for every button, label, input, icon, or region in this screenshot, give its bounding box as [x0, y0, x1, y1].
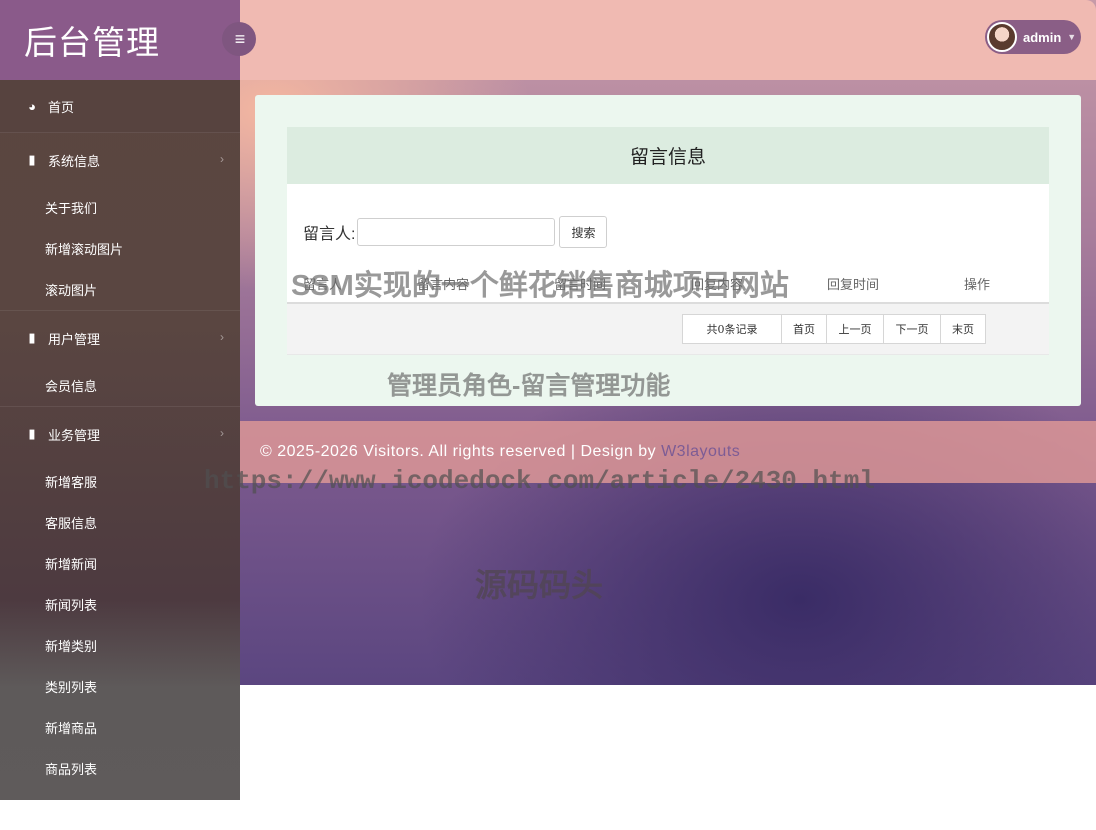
- book-icon: ▮: [28, 330, 36, 345]
- watermark-title: SSM实现的一个鲜花销售商城项目网站: [291, 270, 789, 302]
- sidebar-group-label: 业务管理: [48, 427, 101, 443]
- sidebar-item-product-list[interactable]: 商品列表: [0, 748, 240, 789]
- search-bar: 留言人: 搜索: [303, 216, 608, 248]
- sidebar-menu: ◕ 首页 ▮ 系统信息 › 关于我们 新增滚动图片 滚动图片 ▮ 用户管理 › …: [0, 80, 240, 830]
- sidebar-group-system[interactable]: ▮ 系统信息 ›: [0, 133, 240, 187]
- sidebar-toggle-button[interactable]: ≡: [222, 22, 256, 56]
- next-page-button[interactable]: 下一页: [883, 314, 941, 344]
- dashboard-icon: ◕: [28, 98, 36, 114]
- search-button[interactable]: 搜索: [559, 216, 608, 248]
- book-icon: ▮: [28, 152, 36, 167]
- sidebar: 后台管理 ◕ 首页 ▮ 系统信息 › 关于我们 新增滚动图片 滚动图片 ▮ 用户…: [0, 0, 240, 818]
- sidebar-item-add-news[interactable]: 新增新闻: [0, 543, 240, 584]
- prev-page-button[interactable]: 上一页: [826, 314, 884, 344]
- chevron-right-icon: ›: [220, 330, 224, 344]
- sidebar-group-users[interactable]: ▮ 用户管理 ›: [0, 310, 240, 365]
- sidebar-item-banners[interactable]: 滚动图片: [0, 269, 240, 310]
- chevron-right-icon: ›: [220, 426, 224, 440]
- watermark-brand: 源码码头: [475, 567, 604, 603]
- sidebar-item-add-banner[interactable]: 新增滚动图片: [0, 228, 240, 269]
- top-header: admin ▼: [240, 0, 1096, 80]
- avatar: [987, 22, 1017, 52]
- book-icon: ▮: [28, 426, 36, 441]
- sidebar-group-label: 用户管理: [48, 331, 101, 347]
- pagination-row: 共0条记录 首页 上一页 下一页 末页: [287, 304, 1049, 355]
- chevron-right-icon: ›: [220, 152, 224, 166]
- content-card: 留言信息 留言人: 搜索 留言人 留言内容 留言时间 回复内容 回复时间 操作 …: [255, 95, 1081, 406]
- last-page-button[interactable]: 末页: [940, 314, 986, 344]
- app-title: 后台管理: [24, 24, 160, 61]
- user-menu[interactable]: admin ▼: [985, 20, 1081, 54]
- sidebar-item-members[interactable]: 会员信息: [0, 365, 240, 406]
- search-input[interactable]: [357, 218, 556, 246]
- watermark-url: https://www.icodedock.com/article/2430.h…: [204, 466, 875, 496]
- first-page-button[interactable]: 首页: [781, 314, 827, 344]
- copyright-text: © 2025-2026 Visitors. All rights reserve…: [260, 443, 662, 460]
- footer-text: © 2025-2026 Visitors. All rights reserve…: [260, 443, 740, 461]
- column-header: 回复时间: [827, 277, 880, 292]
- sidebar-item-news-list[interactable]: 新闻列表: [0, 584, 240, 625]
- sidebar-item-add-category[interactable]: 新增类别: [0, 625, 240, 666]
- sidebar-item-about[interactable]: 关于我们: [0, 187, 240, 228]
- caret-down-icon: ▼: [1067, 32, 1077, 42]
- sidebar-group-label: 系统信息: [48, 153, 101, 169]
- footer-link[interactable]: W3layouts: [661, 443, 740, 460]
- sidebar-group-business[interactable]: ▮ 业务管理 ›: [0, 406, 240, 461]
- column-header: 操作: [964, 277, 991, 292]
- user-name: admin: [1023, 29, 1062, 45]
- panel-title: 留言信息: [287, 127, 1049, 184]
- sidebar-item-home[interactable]: ◕ 首页: [0, 80, 240, 133]
- record-count: 共0条记录: [682, 314, 782, 344]
- watermark-subtitle: 管理员角色-留言管理功能: [387, 372, 671, 400]
- sidebar-item-label: 首页: [48, 99, 75, 115]
- sidebar-item-category-list[interactable]: 类别列表: [0, 666, 240, 707]
- search-label: 留言人:: [303, 226, 356, 243]
- pagination: 共0条记录 首页 上一页 下一页 末页: [682, 314, 986, 344]
- sidebar-item-service-list[interactable]: 客服信息: [0, 502, 240, 543]
- menu-icon: ≡: [234, 28, 246, 49]
- sidebar-item-inventory[interactable]: 库存管理: [0, 789, 240, 830]
- logo-bar: 后台管理: [0, 0, 240, 80]
- sidebar-item-add-product[interactable]: 新增商品: [0, 707, 240, 748]
- message-panel: 留言信息 留言人: 搜索 留言人 留言内容 留言时间 回复内容 回复时间 操作 …: [287, 127, 1049, 355]
